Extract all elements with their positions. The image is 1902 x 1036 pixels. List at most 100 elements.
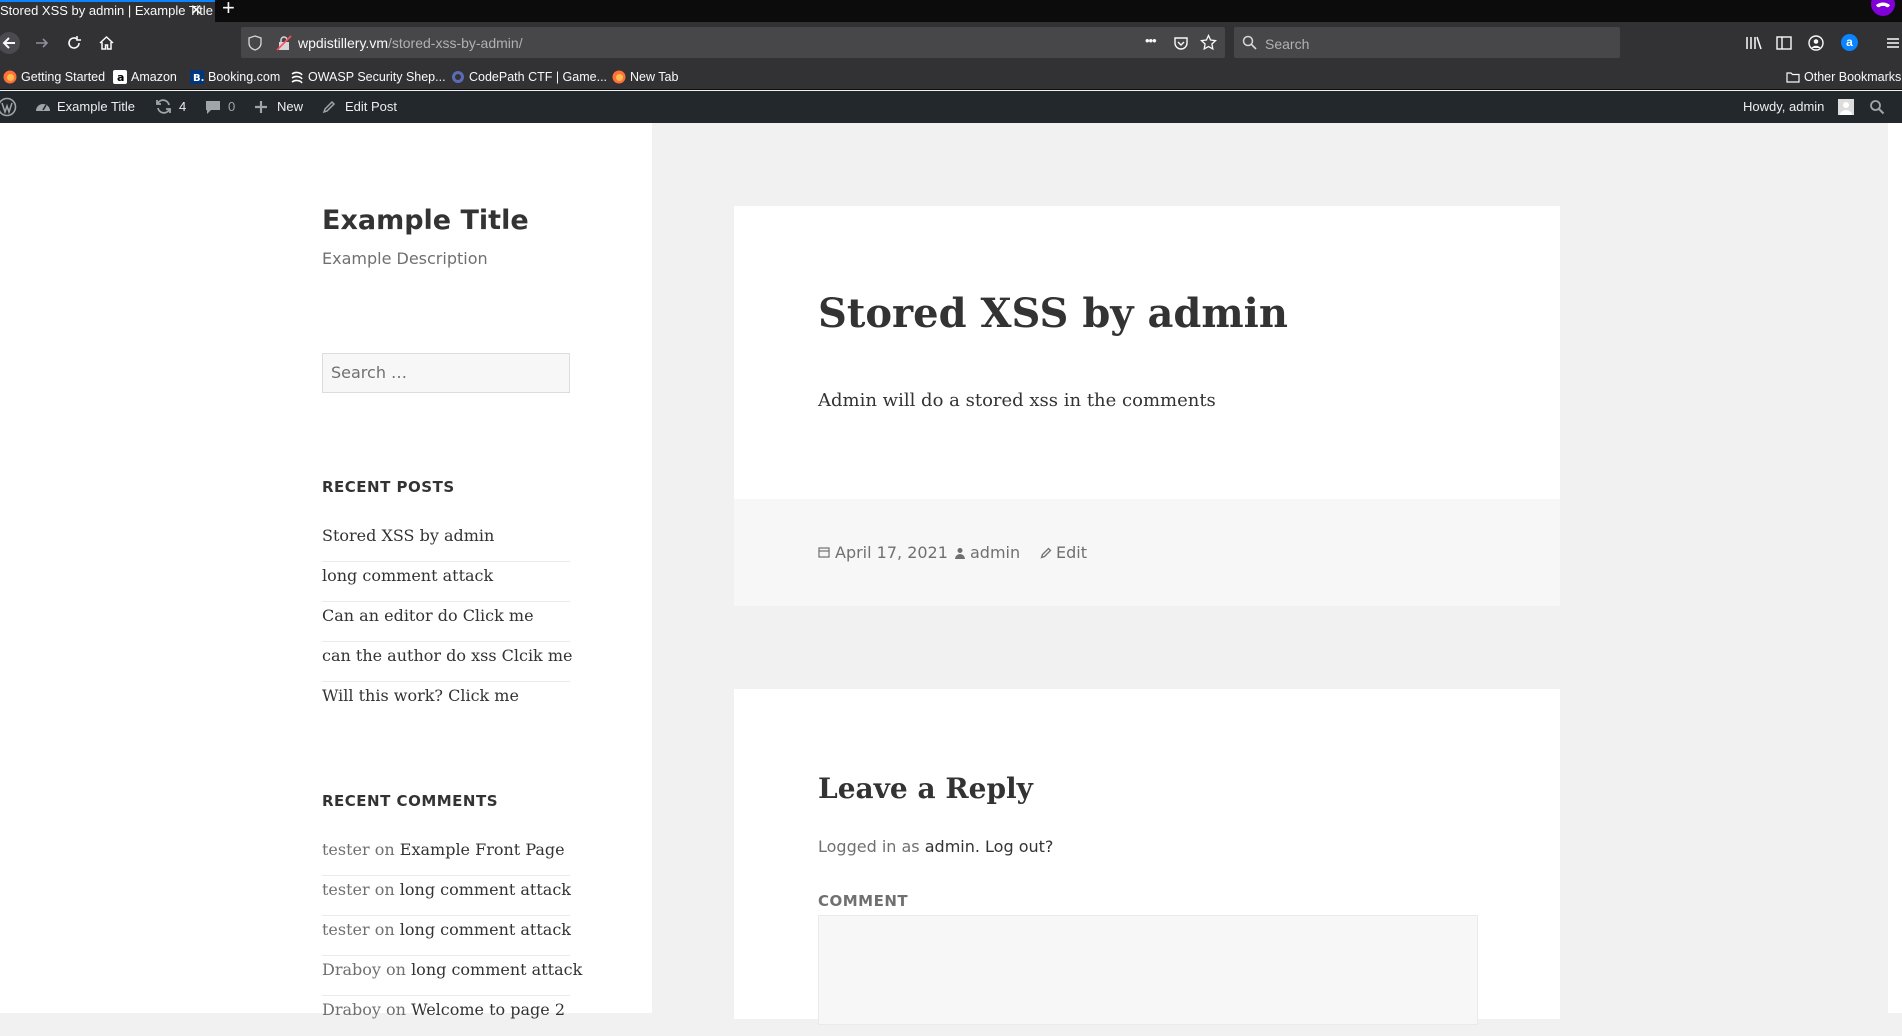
wordpress-logo-icon[interactable] (0, 97, 17, 117)
svg-text:B.: B. (193, 73, 204, 84)
comment-author: tester (322, 880, 370, 899)
logged-in-user-link[interactable]: admin. (925, 837, 980, 856)
back-arrow-icon (0, 32, 20, 54)
recent-post-link[interactable]: Can an editor do Click me (322, 602, 570, 642)
dashboard-gauge-icon (34, 98, 52, 116)
comment-on: on (374, 920, 395, 939)
comments-count[interactable]: 0 (228, 99, 235, 114)
post-title: Stored XSS by admin (818, 290, 1288, 337)
author-icon (955, 547, 965, 559)
home-icon (99, 35, 114, 50)
reload-icon (68, 36, 81, 49)
firefox-icon (3, 70, 17, 84)
tracking-protection-icon[interactable] (248, 35, 262, 51)
comment-post-link[interactable]: long comment attack (400, 880, 571, 899)
sidebar-toggle-icon[interactable] (1776, 35, 1792, 51)
comment-author: Draboy (322, 960, 381, 979)
comment-post-link[interactable]: Welcome to page 2 (411, 1000, 565, 1019)
comment-author: tester (322, 840, 370, 859)
bookmarks-toolbar (0, 64, 1902, 90)
recent-comment-item: Draboy on long comment attack (322, 956, 582, 996)
adminbar-site-name[interactable]: Example Title (57, 99, 135, 114)
comment-on: on (386, 960, 406, 979)
recent-post-link[interactable]: Will this work? Click me (322, 682, 570, 722)
recent-comment-item: tester on long comment attack (322, 916, 571, 956)
recent-comments-list: tester on Example Front Page tester on l… (322, 836, 582, 1036)
search-icon (1242, 35, 1257, 50)
logged-in-prefix: Logged in as (818, 837, 920, 856)
recent-comment-item: tester on Example Front Page (322, 836, 570, 876)
site-description: Example Description (322, 249, 488, 268)
updates-icon[interactable] (155, 98, 172, 115)
tab-bar (0, 0, 1902, 22)
url-host: wpdistillery.vm (298, 35, 388, 51)
home-button[interactable] (98, 34, 115, 51)
pocket-icon[interactable] (1173, 35, 1189, 51)
library-icon[interactable] (1745, 35, 1763, 51)
comment-on: on (386, 1000, 406, 1019)
comment-on: on (374, 880, 395, 899)
insecure-lock-icon[interactable] (276, 35, 292, 51)
active-tab[interactable]: Stored XSS by admin | Example Title ✕ (0, 0, 215, 22)
adminbar-howdy[interactable]: Howdy, admin (1743, 99, 1824, 114)
post-date[interactable]: April 17, 2021 (835, 543, 948, 562)
post-edit-link[interactable]: Edit (1056, 543, 1087, 562)
calendar-icon (818, 546, 830, 558)
web-search-placeholder: Search (1265, 36, 1310, 52)
scrollbar[interactable] (1888, 123, 1902, 1013)
recent-comment-item: Draboy on Welcome to page 2 (322, 996, 570, 1036)
booking-icon: B. (190, 70, 204, 84)
back-button[interactable] (0, 31, 24, 55)
comment-author: tester (322, 920, 370, 939)
recent-posts-title: RECENT POSTS (322, 478, 455, 496)
recent-post-link[interactable]: long comment attack (322, 562, 570, 602)
comment-post-link[interactable]: Example Front Page (400, 840, 565, 859)
comment-post-link[interactable]: long comment attack (400, 920, 571, 939)
owasp-icon (291, 71, 303, 84)
tab-close-icon[interactable]: ✕ (190, 3, 203, 19)
codepath-icon (452, 71, 464, 83)
folder-icon (1786, 72, 1800, 83)
wp-admin-bar: Example Title 4 0 New Edit Post Howdy, a… (0, 91, 1902, 123)
comments-icon[interactable] (205, 100, 221, 115)
forward-arrow-icon (36, 38, 49, 48)
pencil-icon (322, 100, 336, 114)
amazon-icon: a (113, 70, 127, 84)
url-path: /stored-xss-by-admin/ (387, 35, 523, 51)
recent-posts-list: Stored XSS by admin long comment attack … (322, 522, 572, 722)
comment-author: Draboy (322, 1000, 381, 1019)
reply-title: Leave a Reply (818, 772, 1033, 805)
private-browsing-icon (1871, 0, 1895, 16)
updates-count[interactable]: 4 (179, 99, 186, 114)
plus-icon (254, 100, 268, 114)
logged-in-as: Logged in as admin. Log out? (818, 837, 1053, 856)
sidebar-search-input[interactable]: Search … (322, 353, 570, 393)
bookmark-star-icon[interactable] (1200, 34, 1217, 51)
adminbar-search-icon[interactable] (1869, 99, 1885, 115)
comment-label: COMMENT (818, 892, 909, 910)
comment-post-link[interactable]: long comment attack (411, 960, 582, 979)
new-tab-button[interactable]: + (222, 0, 235, 19)
site-title[interactable]: Example Title (322, 205, 529, 236)
recent-post-link[interactable]: Stored XSS by admin (322, 522, 570, 562)
logout-link[interactable]: Log out? (985, 837, 1053, 856)
firefox-icon (612, 70, 626, 84)
adminbar-edit-post[interactable]: Edit Post (345, 99, 397, 114)
avatar[interactable] (1838, 99, 1854, 115)
post-content: Admin will do a stored xss in the commen… (818, 390, 1216, 411)
url-text[interactable]: wpdistillery.vm/stored-xss-by-admin/ (298, 35, 523, 51)
forward-button[interactable] (34, 35, 50, 51)
account-icon[interactable] (1808, 35, 1824, 51)
recent-comment-item: tester on long comment attack (322, 876, 571, 916)
recent-post-link[interactable]: can the author do xss Clcik me (322, 642, 572, 682)
hamburger-menu-icon[interactable] (1885, 35, 1901, 51)
post-author[interactable]: admin (970, 543, 1020, 562)
comment-on: on (374, 840, 395, 859)
page-actions-menu-icon[interactable]: ••• (1145, 33, 1157, 48)
adminbar-new[interactable]: New (277, 99, 303, 114)
reload-button[interactable] (66, 35, 82, 51)
comment-textarea[interactable] (818, 915, 1478, 1025)
svg-text:a: a (117, 71, 124, 84)
extension-a-icon[interactable]: a (1841, 34, 1858, 51)
recent-comments-title: RECENT COMMENTS (322, 792, 499, 810)
